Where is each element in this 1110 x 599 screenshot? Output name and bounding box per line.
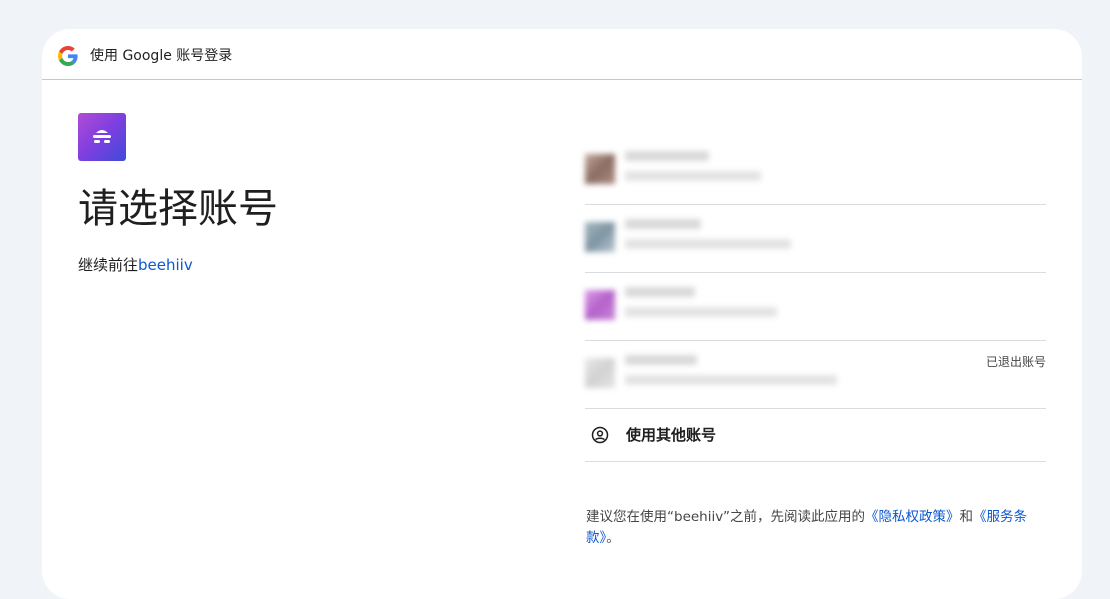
- account-name-blurred: [625, 287, 695, 297]
- account-avatar: [585, 290, 615, 320]
- app-logo: [78, 113, 126, 161]
- account-row[interactable]: [585, 273, 1046, 341]
- card-header: 使用 Google 账号登录: [42, 29, 1082, 80]
- privacy-policy-link[interactable]: 《隐私权政策》: [865, 509, 960, 525]
- use-another-account-button[interactable]: 使用其他账号: [585, 409, 1046, 462]
- disclaimer: 建议您在使用“beehiiv”之前，先阅读此应用的《隐私权政策》和《服务条款》。: [586, 507, 1056, 549]
- account-email-blurred: [625, 375, 837, 385]
- account-avatar: [585, 222, 615, 252]
- account-status: 已退出账号: [985, 355, 1046, 369]
- header-title: 使用 Google 账号登录: [90, 48, 233, 64]
- beehive-icon: [93, 130, 111, 143]
- account-row[interactable]: [585, 205, 1046, 273]
- subtitle: 继续前往beehiiv: [78, 255, 193, 275]
- disclaimer-suffix: 。: [606, 530, 620, 546]
- google-logo-icon: [58, 46, 78, 66]
- sign-in-card: 使用 Google 账号登录 请选择账号 继续前往beehiiv 已退出账号 使…: [42, 29, 1082, 599]
- account-avatar: [585, 358, 615, 388]
- account-circle-icon: [591, 426, 609, 444]
- account-list: 已退出账号 使用其他账号: [585, 137, 1046, 462]
- account-avatar: [585, 154, 615, 184]
- page-title: 请选择账号: [78, 186, 278, 232]
- account-email-blurred: [625, 171, 761, 181]
- account-name-blurred: [625, 219, 701, 229]
- account-row[interactable]: [585, 137, 1046, 205]
- disclaimer-prefix: 建议您在使用“beehiiv”之前，先阅读此应用的: [586, 509, 865, 525]
- account-email-blurred: [625, 307, 777, 317]
- disclaimer-conjunction: 和: [959, 509, 973, 525]
- account-email-blurred: [625, 239, 791, 249]
- account-name-blurred: [625, 355, 697, 365]
- subtitle-prefix: 继续前往: [78, 256, 139, 274]
- account-name-blurred: [625, 151, 709, 161]
- app-name-link[interactable]: beehiiv: [138, 256, 193, 274]
- account-row[interactable]: 已退出账号: [585, 341, 1046, 409]
- use-another-account-label: 使用其他账号: [626, 426, 717, 444]
